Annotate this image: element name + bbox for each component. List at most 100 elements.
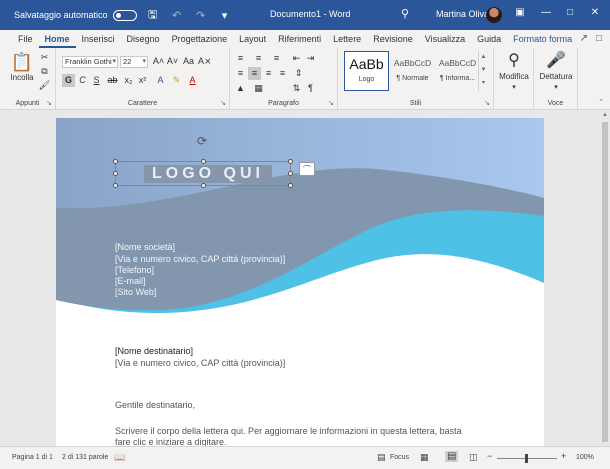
grow-font-icon[interactable]: A˄ (152, 55, 165, 68)
document-page[interactable]: ⟳ LOGO QUI ⌒ [Nome società] [Via e numer… (56, 118, 544, 448)
save-icon[interactable]: 🖫 (145, 7, 161, 23)
body-line[interactable]: Scrivere il corpo della lettera qui. Per… (115, 426, 462, 437)
scrollbar-thumb[interactable] (602, 122, 608, 442)
resize-handle[interactable] (201, 183, 206, 188)
clear-format-icon[interactable]: A⨯ (198, 55, 212, 68)
sort-icon[interactable]: ⇅ (290, 82, 303, 95)
styles-scroll[interactable]: ▲ ▼ ▾ (478, 51, 488, 91)
undo-icon[interactable]: ↶ (169, 7, 185, 23)
resize-handle[interactable] (113, 159, 118, 164)
bold-button[interactable]: G (62, 74, 75, 87)
cut-icon[interactable]: ✂ (38, 51, 51, 64)
dictate-button[interactable]: 🎤 Dettatura ▾ (536, 51, 576, 91)
web-layout-icon[interactable]: ◫ (469, 452, 478, 463)
highlight-icon[interactable]: ✎ (170, 74, 183, 87)
subscript-icon[interactable]: x₂ (122, 74, 135, 87)
collapse-ribbon-icon[interactable]: ⌃ (598, 98, 604, 106)
autosave[interactable]: Salvataggio automatico (14, 9, 137, 21)
bullets-icon[interactable]: ≡ (234, 52, 247, 65)
strikethrough-icon[interactable]: ab (106, 74, 119, 87)
launcher-icon[interactable]: ↘ (328, 99, 334, 107)
multilevel-list-icon[interactable]: ≡ (270, 52, 283, 65)
chevron-up-icon[interactable]: ▲ (481, 54, 487, 60)
tab-draw[interactable]: Disegno (121, 30, 166, 48)
greeting[interactable]: Gentile destinatario, (115, 400, 195, 411)
sender-website[interactable]: [Sito Web] (115, 287, 156, 298)
align-right-icon[interactable]: ≡ (262, 67, 275, 80)
recipient-name[interactable]: [Nome destinatario] (115, 346, 193, 357)
proofing-icon[interactable]: 📖 (114, 452, 125, 463)
avatar[interactable] (486, 7, 502, 23)
autosave-toggle[interactable] (112, 9, 137, 21)
focus-button[interactable]: Focus (390, 454, 409, 461)
comments-icon[interactable]: □ (596, 33, 602, 44)
chevron-up-icon[interactable]: ▲ (602, 112, 608, 118)
tab-file[interactable]: File (12, 30, 39, 48)
user-name[interactable]: Martina Oliva (436, 9, 489, 19)
justify-icon[interactable]: ≡ (276, 67, 289, 80)
tab-home[interactable]: Home (38, 30, 76, 48)
launcher-icon[interactable]: ↘ (484, 99, 490, 107)
zoom-level[interactable]: 100% (576, 454, 594, 461)
change-case-icon[interactable]: Aa (182, 55, 195, 68)
rotate-handle-icon[interactable]: ⟳ (197, 134, 207, 148)
shading-icon[interactable]: ▲ (234, 82, 247, 95)
superscript-icon[interactable]: x² (136, 74, 149, 87)
font-color-icon[interactable]: A (186, 74, 199, 87)
ribbon-display-icon[interactable]: ▣ (512, 7, 528, 18)
resize-handle[interactable] (201, 159, 206, 164)
chevron-down-icon[interactable]: ▼ (481, 67, 487, 73)
borders-icon[interactable]: ▦ (252, 82, 265, 95)
resize-handle[interactable] (288, 171, 293, 176)
vertical-scrollbar[interactable]: ▲ (600, 110, 610, 446)
font-size-select[interactable]: 22 ▾ (120, 56, 148, 68)
align-center-icon[interactable]: ≡ (248, 67, 261, 80)
copy-icon[interactable]: ⧉ (38, 65, 51, 78)
redo-icon[interactable]: ↷ (193, 7, 209, 23)
resize-handle[interactable] (113, 171, 118, 176)
resize-handle[interactable] (288, 159, 293, 164)
share-icon[interactable]: ↗ (580, 33, 588, 44)
zoom-slider-thumb[interactable] (525, 454, 528, 463)
sender-company[interactable]: [Nome società] (115, 242, 175, 253)
zoom-in-icon[interactable]: + (561, 451, 566, 461)
word-count[interactable]: 2 di 131 parole (62, 454, 108, 461)
resize-handle[interactable] (113, 183, 118, 188)
zoom-out-icon[interactable]: − (487, 451, 492, 461)
font-name-select[interactable]: Franklin Gothi ▾ (62, 56, 118, 68)
text-effects-icon[interactable]: A (154, 74, 167, 87)
tab-view[interactable]: Visualizza (419, 30, 471, 48)
search-icon[interactable]: ⚲ (401, 7, 409, 20)
paste-button[interactable]: 📋 Incolla (10, 52, 34, 82)
tab-insert[interactable]: Inserisci (76, 30, 121, 48)
style-informazioni[interactable]: AaBbCcD ¶ Informa... (435, 51, 480, 91)
sender-phone[interactable]: [Telefono] (115, 265, 154, 276)
tab-shape-format[interactable]: Formato forma (507, 30, 578, 48)
logo-text[interactable]: LOGO QUI (144, 165, 272, 183)
minimize-icon[interactable]: — (538, 7, 554, 18)
close-icon[interactable]: ✕ (587, 7, 603, 18)
resize-handle[interactable] (288, 183, 293, 188)
tab-mailings[interactable]: Lettere (327, 30, 367, 48)
print-layout-icon[interactable]: ▤ (445, 451, 459, 462)
tab-review[interactable]: Revisione (367, 30, 419, 48)
style-logo[interactable]: AaBb Logo (344, 51, 389, 91)
read-mode-icon[interactable]: ▦ (420, 452, 429, 463)
tab-help[interactable]: Guida (471, 30, 507, 48)
format-painter-icon[interactable]: 🖌 (38, 79, 51, 92)
numbering-icon[interactable]: ≡ (252, 52, 265, 65)
decrease-indent-icon[interactable]: ⇤ (290, 52, 303, 65)
tab-design[interactable]: Progettazione (166, 30, 234, 48)
layout-options-icon[interactable]: ⌒ (299, 162, 315, 176)
increase-indent-icon[interactable]: ⇥ (304, 52, 317, 65)
launcher-icon[interactable]: ↘ (220, 99, 226, 107)
page-count[interactable]: Pagina 1 di 1 (12, 454, 53, 461)
style-normal[interactable]: AaBbCcD ¶ Normale (390, 51, 435, 91)
underline-button[interactable]: S (90, 74, 103, 87)
customize-qat-icon[interactable]: ▾ (217, 7, 233, 23)
more-styles-icon[interactable]: ▾ (482, 80, 485, 86)
show-marks-icon[interactable]: ¶ (304, 82, 317, 95)
focus-icon[interactable]: ▤ (377, 452, 386, 463)
editing-button[interactable]: ⚲ Modifica ▾ (496, 51, 532, 91)
tab-references[interactable]: Riferimenti (272, 30, 327, 48)
